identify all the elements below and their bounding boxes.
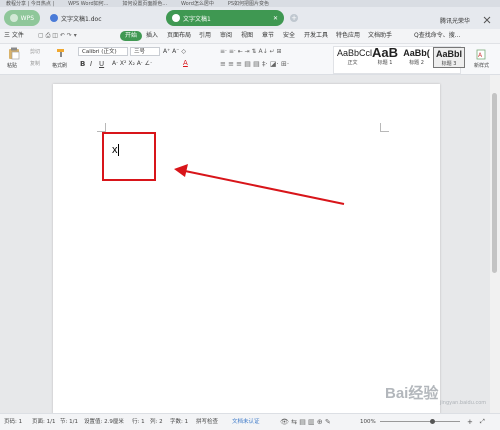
status-col[interactable]: 列: 2	[150, 417, 163, 427]
tab-start[interactable]: 开始	[120, 31, 143, 41]
watermark-url: jingyan.baidu.com	[440, 400, 487, 406]
watermark-logo: Bai经验	[385, 385, 439, 402]
tab-doc-assistant[interactable]: 文档助手	[368, 31, 392, 41]
style-preview: AaBbCcl	[337, 48, 373, 58]
font-size-select[interactable]: 三号	[130, 47, 160, 56]
style-heading-2[interactable]: AaBb( 标题 2	[402, 47, 431, 66]
browser-strip: 教程分享 | 今日热点 | WPS Word如何... 如何设置页面颜色... …	[0, 0, 500, 7]
style-heading-1[interactable]: AaB 标题 1	[370, 45, 400, 66]
search-command[interactable]: Q查找命令、搜...	[414, 31, 460, 41]
style-preview: AaB	[371, 45, 398, 60]
document-icon	[50, 14, 58, 22]
status-row[interactable]: 行: 1	[132, 417, 145, 427]
style-label: 标题 3	[441, 61, 457, 67]
new-style-icon[interactable]: A	[476, 48, 488, 60]
style-label: 正文	[347, 60, 358, 66]
tab-page-layout[interactable]: 页面布局	[167, 31, 191, 41]
zoom-in-icon[interactable]: +	[467, 417, 473, 427]
tab-security[interactable]: 安全	[283, 31, 295, 41]
spell-check-button[interactable]: 拼写检查	[196, 417, 218, 427]
status-words[interactable]: 字数: 1	[170, 417, 188, 427]
doc-auth-status[interactable]: 文档未认证	[232, 417, 260, 427]
toolbar-quick-icons[interactable]: ▢ ⎙ ◫ ↶ ↷ ▾	[38, 31, 77, 41]
view-mode-icons[interactable]: 👁 ⇆ ▤ ▥ ⊕ ✎	[280, 417, 331, 427]
zoom-level[interactable]: 100%	[360, 417, 376, 427]
style-preview: AaBbl	[435, 49, 462, 59]
paragraph-align-icons[interactable]: ≡ ≡ ≡ ▤ ▤ ‡· ◪· ⊞·	[220, 60, 289, 68]
grow-shrink-font-icons[interactable]: A⁺ A⁻ ◇	[163, 48, 186, 55]
document-icon	[172, 14, 180, 22]
font-color-button[interactable]: A	[183, 59, 188, 67]
paste-label: 粘贴	[7, 63, 18, 69]
ribbon: 粘贴 剪切 复制 格式刷 Calibri (正文) 三号 A⁺ A⁻ ◇ B I…	[0, 44, 500, 75]
scrollbar-thumb[interactable]	[492, 93, 497, 273]
italic-button[interactable]: I	[90, 60, 92, 68]
status-section[interactable]: 节: 1/1	[60, 417, 78, 427]
status-bar: 页码: 1 页面: 1/1 节: 1/1 设置值: 2.9厘米 行: 1 列: …	[0, 413, 500, 430]
margin-corner-marker	[97, 123, 106, 132]
style-label: 标题 2	[409, 60, 424, 66]
style-heading-3[interactable]: AaBbl 标题 3	[433, 47, 465, 68]
bold-button[interactable]: B	[80, 60, 85, 68]
status-page-no[interactable]: 页码: 1	[4, 417, 22, 427]
tab-label: 文字文稿1.doc	[61, 15, 102, 23]
style-preview: AaBb(	[403, 48, 430, 58]
copy-button[interactable]: 复制	[30, 60, 40, 67]
menu-bar: 三 文件 ▢ ⎙ ◫ ↶ ↷ ▾ 开始 插入 页面布局 引用 审阅 视图 章节 …	[0, 29, 500, 44]
underline-button[interactable]: U	[99, 60, 104, 68]
font-effects-icons[interactable]: A· X² X₂ A· ∠·	[112, 60, 152, 67]
style-normal[interactable]: AaBbCcl 正文	[337, 47, 373, 66]
tab-label: WPS	[20, 14, 34, 22]
tab-document-doc[interactable]: 文字文稿1.doc	[44, 10, 154, 26]
zoom-slider-thumb[interactable]	[430, 419, 435, 424]
wps-logo-icon	[10, 14, 18, 22]
highlight-box	[102, 132, 156, 181]
format-painter-icon[interactable]	[56, 48, 66, 58]
margin-corner-marker	[380, 123, 389, 132]
tab-wps-home[interactable]: WPS	[4, 10, 40, 26]
tab-features[interactable]: 特色应用	[336, 31, 360, 41]
add-tab-button[interactable]: +	[290, 14, 298, 22]
tab-review[interactable]: 审阅	[220, 31, 232, 41]
font-name-select[interactable]: Calibri (正文)	[78, 47, 128, 56]
tab-active-document[interactable]: 文字文稿1 ✕	[166, 10, 284, 26]
close-icon[interactable]: ✕	[273, 15, 278, 22]
tab-insert[interactable]: 插入	[146, 31, 158, 41]
font-size-value: 三号	[134, 49, 146, 55]
paste-icon[interactable]	[8, 47, 20, 60]
tab-label: 文字文稿1	[183, 15, 211, 23]
tab-bar: WPS 文字文稿1.doc 文字文稿1 ✕ + 腾讯光荣华	[0, 7, 500, 29]
menu-file[interactable]: 三 文件	[4, 31, 24, 41]
tab-view[interactable]: 视图	[241, 31, 253, 41]
format-painter-label: 格式刷	[52, 63, 68, 69]
cut-button[interactable]: 剪切	[30, 48, 40, 55]
user-name[interactable]: 腾讯光荣华	[440, 16, 470, 25]
tab-developer[interactable]: 开发工具	[304, 31, 328, 41]
new-style-label: 新样式	[474, 63, 490, 69]
fullscreen-icon[interactable]: ⤢	[480, 417, 485, 427]
status-pages[interactable]: 页面: 1/1	[32, 417, 55, 427]
style-label: 标题 1	[377, 60, 393, 66]
close-window-icon[interactable]	[482, 15, 492, 25]
status-setting[interactable]: 设置值: 2.9厘米	[84, 417, 124, 427]
tab-chapter[interactable]: 章节	[262, 31, 274, 41]
list-icons[interactable]: ≡· ≡· ⇤ ⇥ ⇅ A↓ ↵ ⊞	[220, 48, 282, 55]
zoom-slider-track[interactable]	[380, 421, 460, 422]
tab-references[interactable]: 引用	[199, 31, 211, 41]
font-name-value: Calibri (正文)	[82, 49, 117, 55]
